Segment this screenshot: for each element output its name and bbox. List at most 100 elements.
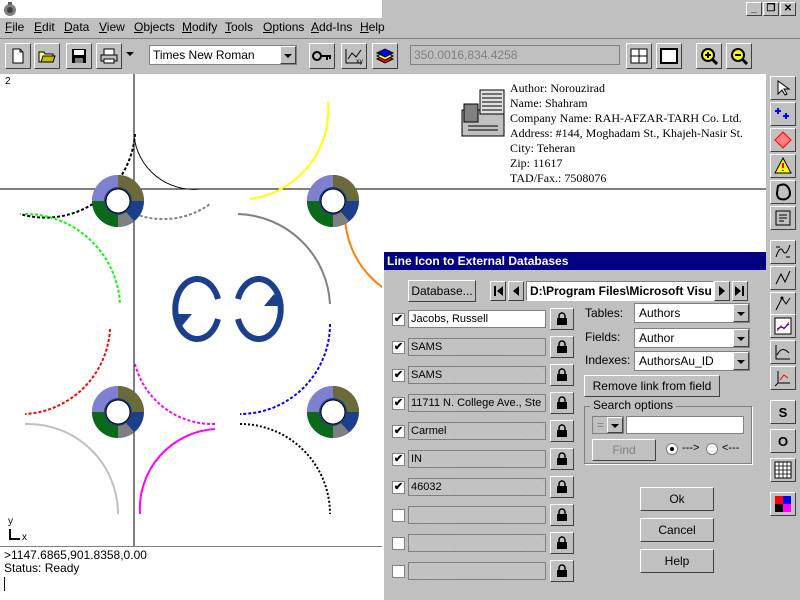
forward-radio[interactable] [666,443,678,455]
row-2-field[interactable]: SAMS [408,338,546,356]
row-5-checkbox[interactable]: ✔ [392,425,405,438]
ok-button[interactable]: Ok [640,487,714,511]
menu-addins[interactable]: Add-Ins [311,20,352,34]
palette-3d-button[interactable] [770,366,796,390]
save-button[interactable] [66,43,92,69]
row-10-field[interactable] [408,562,546,580]
indexes-select[interactable]: AuthorsAu_ID [634,351,750,371]
prev-record-button[interactable] [508,281,524,301]
palette-shape-button[interactable] [770,128,796,152]
app-icon[interactable] [2,1,18,17]
row-7-field[interactable]: 46032 [408,478,546,496]
grid-icon [630,48,648,64]
key-button[interactable] [309,43,335,69]
single-view-button[interactable] [656,43,682,69]
fields-select[interactable]: Author [634,328,750,348]
menu-options[interactable]: Options [263,20,304,34]
menu-data[interactable]: Data [64,20,89,34]
row-3-field[interactable]: SAMS [408,366,546,384]
row-1-field[interactable]: Jacobs, Russell [408,310,546,328]
last-record-button[interactable] [732,281,748,301]
remove-link-button[interactable]: Remove link from field [584,375,720,397]
row-6-checkbox[interactable]: ✔ [392,453,405,466]
palette-s-button[interactable]: S [770,400,796,424]
find-button[interactable]: Find [592,439,656,461]
chevron-down-icon[interactable] [607,417,623,433]
menu-file[interactable]: File [5,20,24,34]
row-7-lock-button[interactable] [550,476,574,498]
new-file-button[interactable] [5,43,31,69]
row-10-checkbox[interactable] [392,565,405,578]
row-9-checkbox[interactable] [392,537,405,550]
row-8-field[interactable] [408,506,546,524]
palette-points-button[interactable] [770,102,796,126]
menu-edit[interactable]: Edit [34,20,55,34]
palette-bezier-button[interactable] [770,292,796,316]
chevron-down-icon[interactable] [733,352,749,370]
next-record-button[interactable] [714,281,730,301]
palette-region-button[interactable] [770,180,796,204]
minimize-button[interactable]: _ [746,2,762,16]
palette-cursor-button[interactable] [770,76,796,100]
command-window[interactable]: >1147.6865,901.8358,0.00 Status: Ready [0,546,382,600]
font-name-select[interactable]: Times New Roman [149,45,297,65]
layers-button[interactable] [372,43,398,69]
row-2-lock-button[interactable] [550,336,574,358]
database-button[interactable]: Database... [408,280,476,302]
row-6-field[interactable]: IN [408,450,546,468]
palette-frame-button[interactable] [770,206,796,230]
menu-view[interactable]: View [99,20,125,34]
row-1-lock-button[interactable] [550,308,574,330]
row-5-field[interactable]: Carmel [408,422,546,440]
search-value-input[interactable] [626,416,744,434]
row-9-field[interactable] [408,534,546,552]
palette-hatch-button[interactable] [770,458,796,482]
menu-modify[interactable]: Modify [182,20,217,34]
row-5-lock-button[interactable] [550,420,574,442]
print-button[interactable] [96,43,122,69]
row-4-field[interactable]: 11711 N. College Ave., Ste [408,394,546,412]
chevron-down-icon[interactable] [733,304,749,322]
open-file-button[interactable] [34,43,60,69]
zoom-in-button[interactable] [696,43,722,69]
row-10-lock-button[interactable] [550,560,574,582]
back-radio[interactable] [706,443,718,455]
tile-view-button[interactable] [626,43,652,69]
palette-chart-button[interactable] [770,314,796,338]
row-2-checkbox[interactable]: ✔ [392,341,405,354]
row-9-lock-button[interactable] [550,532,574,554]
help-button[interactable]: Help [640,549,714,573]
xy-plot-icon: xy [345,49,364,65]
first-record-button[interactable] [490,281,506,301]
palette-spline-button[interactable] [770,266,796,290]
cancel-button[interactable]: Cancel [640,518,714,542]
search-operator-select[interactable]: = [592,416,624,434]
palette-o-button[interactable]: O [770,429,796,453]
xy-plot-button[interactable]: xy [341,43,367,69]
palette-warning-button[interactable] [770,154,796,178]
print-dropdown-arrow[interactable] [126,52,134,60]
row-6-lock-button[interactable] [550,448,574,470]
close-button[interactable]: ✕ [780,2,796,16]
palette-graph-button[interactable] [770,340,796,364]
row-3-lock-button[interactable] [550,364,574,386]
tables-select[interactable]: Authors [634,303,750,323]
palette-color-button[interactable] [770,492,796,516]
row-7-checkbox[interactable]: ✔ [392,481,405,494]
row-8-lock-button[interactable] [550,504,574,526]
row-8-checkbox[interactable] [392,509,405,522]
row-4-lock-button[interactable] [550,392,574,414]
palette-curve-button[interactable] [770,240,796,264]
menu-help[interactable]: Help [360,20,385,34]
row-3-checkbox[interactable]: ✔ [392,369,405,382]
row-1-checkbox[interactable]: ✔ [392,313,405,326]
menu-objects[interactable]: Objects [134,20,175,34]
zoom-out-button[interactable] [726,43,752,69]
arrow-right-icon [719,286,725,296]
chevron-down-icon[interactable] [280,46,296,64]
restore-button[interactable]: ❐ [763,2,779,16]
row-4-checkbox[interactable]: ✔ [392,397,405,410]
database-path-field[interactable]: D:\Program Files\Microsoft Visu [526,281,714,301]
menu-tools[interactable]: Tools [225,20,253,34]
chevron-down-icon[interactable] [733,329,749,347]
